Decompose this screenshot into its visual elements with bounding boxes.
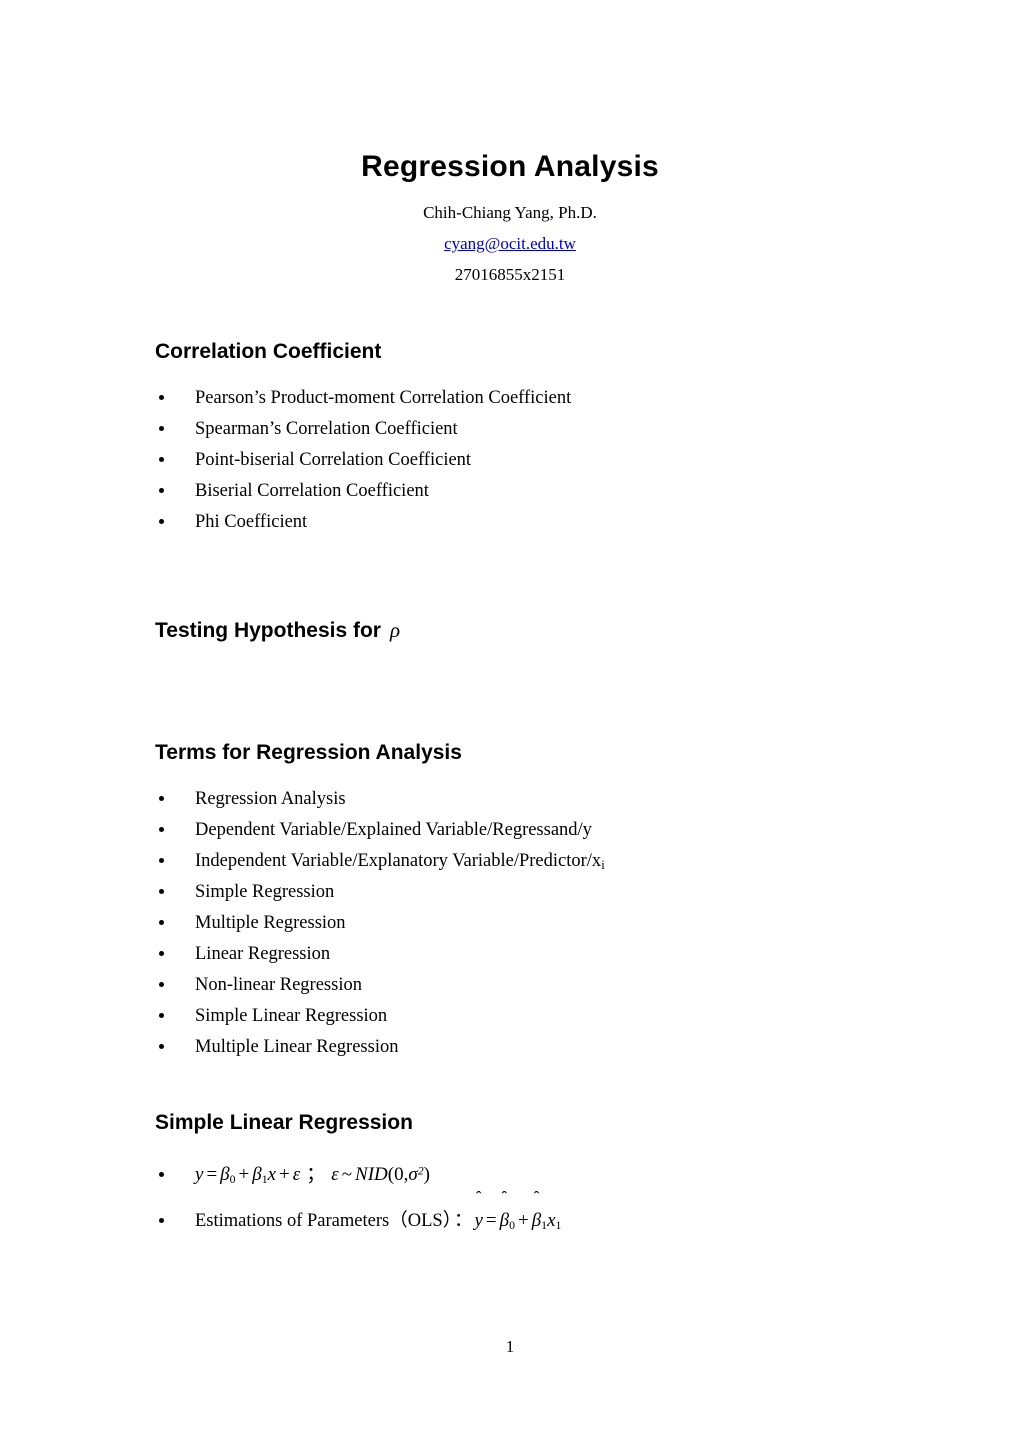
bullet-icon bbox=[157, 507, 165, 538]
bullet-icon bbox=[157, 877, 165, 908]
eq-beta: β bbox=[220, 1164, 230, 1185]
list-item: Point-biserial Correlation Coefficient bbox=[155, 445, 915, 476]
eq-zero: 0 bbox=[394, 1164, 404, 1185]
phone-number: 27016855x2151 bbox=[454, 265, 566, 284]
equation-label: Estimations of Parameters bbox=[195, 1211, 390, 1231]
email-line: cyang@ocit.edu.tw bbox=[0, 234, 1020, 254]
eq2-beta: β bbox=[499, 1210, 510, 1231]
list-item-label: Point-biserial Correlation Coefficient bbox=[195, 450, 472, 470]
list-item: Regression Analysis bbox=[155, 784, 915, 815]
eq-nid: NID bbox=[355, 1164, 388, 1185]
bullet-icon bbox=[157, 815, 165, 846]
bullet-icon bbox=[157, 1032, 165, 1063]
list-item-label: Pearson’s Product-moment Correlation Coe… bbox=[195, 388, 572, 408]
list-item: Dependent Variable/Explained Variable/Re… bbox=[155, 815, 915, 846]
eq2-equals: = bbox=[485, 1210, 497, 1231]
subscript-i: i bbox=[601, 857, 605, 872]
eq-epsilon: ε bbox=[331, 1164, 339, 1185]
rho-symbol: ρ bbox=[389, 618, 401, 642]
list-item-label: Biserial Correlation Coefficient bbox=[195, 481, 429, 501]
list-item: Phi Coefficient bbox=[155, 507, 915, 538]
eq-plus: + bbox=[279, 1164, 290, 1185]
bullet-icon bbox=[157, 846, 165, 877]
section-heading-simple-linear-regression: Simple Linear Regression bbox=[155, 1111, 413, 1134]
list-item: Simple Linear Regression bbox=[155, 1001, 915, 1032]
equation-row: y = β0 + β1x + ε； ε ~ NID(0,σ2) bbox=[155, 1152, 915, 1198]
paren-close: ） bbox=[442, 1211, 452, 1231]
eq-sub-0: 0 bbox=[229, 1173, 236, 1187]
equation-model: y = β0 + β1x + ε； ε ~ NID(0,σ2) bbox=[195, 1164, 430, 1185]
eq-sigma: σ bbox=[408, 1164, 418, 1185]
section-heading-terms-for-regression-analysis: Terms for Regression Analysis bbox=[155, 741, 462, 764]
eq-tilde: ~ bbox=[341, 1164, 353, 1185]
bullet-icon bbox=[157, 970, 165, 1001]
author-byline: Chih-Chiang Yang, Ph.D. bbox=[423, 203, 597, 222]
list-correlation-coefficient: Pearson’s Product-moment Correlation Coe… bbox=[155, 383, 915, 538]
section-heading-testing-hypothesis: Testing Hypothesis for ρ bbox=[155, 618, 400, 643]
eq-equals: = bbox=[206, 1164, 218, 1185]
bullet-icon bbox=[157, 1198, 165, 1244]
eq-semicolon: ； bbox=[306, 1164, 326, 1185]
colon: ： bbox=[453, 1211, 473, 1231]
list-item-label: Multiple Regression bbox=[195, 913, 346, 933]
beta-hat-1: ˆβ bbox=[531, 1189, 542, 1244]
list-item: Biserial Correlation Coefficient bbox=[155, 476, 915, 507]
bullet-icon bbox=[157, 476, 165, 507]
eq-x: x bbox=[267, 1164, 277, 1185]
list-item-label: Dependent Variable/Explained Variable/Re… bbox=[195, 820, 592, 840]
paren-open: （ bbox=[389, 1211, 408, 1231]
list-item-label: Linear Regression bbox=[195, 944, 331, 964]
list-item-label: Independent Variable/Explanatory Variabl… bbox=[195, 851, 602, 871]
list-item-label: Regression Analysis bbox=[195, 789, 346, 809]
y-hat: ˆy bbox=[474, 1189, 483, 1244]
eq-beta: β bbox=[252, 1164, 262, 1185]
list-item-label: Simple Regression bbox=[195, 882, 335, 902]
list-item: Simple Regression bbox=[155, 877, 915, 908]
bullet-icon bbox=[157, 414, 165, 445]
method-label: OLS bbox=[407, 1211, 443, 1231]
eq2-beta: β bbox=[531, 1210, 542, 1231]
list-item-label: Simple Linear Regression bbox=[195, 1006, 388, 1026]
equation-estimator: ˆ y = ˆ β0 + ˆ β1x1 bbox=[474, 1189, 562, 1233]
eq2-y: y bbox=[474, 1210, 483, 1231]
list-item: Independent Variable/Explanatory Variabl… bbox=[155, 846, 915, 877]
list-item-label: Non-linear Regression bbox=[195, 975, 362, 995]
equation-row: Estimations of Parameters（OLS）： ˆ y = ˆ β0 + ˆ β… bbox=[155, 1189, 915, 1244]
page-number: 1 bbox=[505, 1337, 515, 1356]
list-terms-for-regression-analysis: Regression Analysis Dependent Variable/E… bbox=[155, 784, 915, 1063]
list-item: Spearman’s Correlation Coefficient bbox=[155, 414, 915, 445]
section-heading-text: Testing Hypothesis for bbox=[155, 619, 381, 642]
bullet-icon bbox=[157, 383, 165, 414]
document-page: Regression Analysis Chih-Chiang Yang, Ph… bbox=[0, 0, 1020, 1443]
list-item: Pearson’s Product-moment Correlation Coe… bbox=[155, 383, 915, 414]
list-item-label: Multiple Linear Regression bbox=[195, 1037, 399, 1057]
bullet-icon bbox=[157, 784, 165, 815]
list-item-label: Spearman’s Correlation Coefficient bbox=[195, 419, 458, 439]
list-item-label: Phi Coefficient bbox=[195, 512, 308, 532]
page-title: Regression Analysis bbox=[361, 150, 659, 183]
bullet-icon bbox=[157, 445, 165, 476]
list-simple-linear-regression: y = β0 + β1x + ε； ε ~ NID(0,σ2) Estimations of Pa… bbox=[155, 1152, 915, 1244]
bullet-icon bbox=[157, 1001, 165, 1032]
list-item: Multiple Regression bbox=[155, 908, 915, 939]
bullet-icon bbox=[157, 939, 165, 970]
eq2-x: x bbox=[547, 1210, 556, 1231]
list-item: Non-linear Regression bbox=[155, 970, 915, 1001]
section-heading-correlation-coefficient: Correlation Coefficient bbox=[155, 340, 382, 363]
list-item: Multiple Linear Regression bbox=[155, 1032, 915, 1063]
list-item: Linear Regression bbox=[155, 939, 915, 970]
eq2-x-sub-1: 1 bbox=[555, 1219, 562, 1233]
email-link[interactable]: cyang@ocit.edu.tw bbox=[444, 234, 576, 253]
eq-paren-close: ) bbox=[423, 1164, 430, 1185]
eq2-plus: + bbox=[517, 1210, 529, 1231]
eq-plus: + bbox=[238, 1164, 250, 1185]
beta-hat-0: ˆβ bbox=[499, 1189, 510, 1244]
bullet-icon bbox=[157, 908, 165, 939]
bullet-icon bbox=[157, 1152, 165, 1198]
